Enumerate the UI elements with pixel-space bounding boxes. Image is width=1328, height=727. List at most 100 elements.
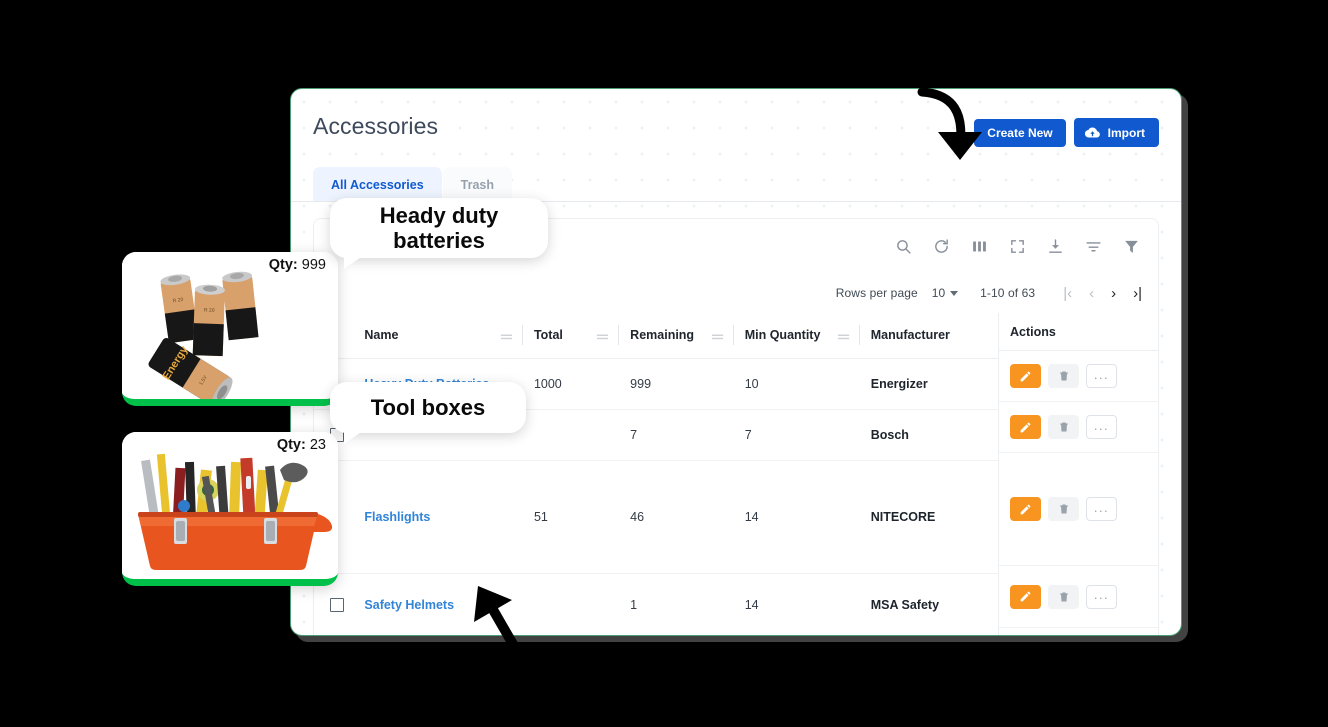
qty-prefix: Qty: xyxy=(276,437,306,453)
import-button[interactable]: Import xyxy=(1073,118,1159,147)
cell-remaining: 46 xyxy=(630,460,745,574)
import-label: Import xyxy=(1107,125,1145,140)
density-icon[interactable] xyxy=(1085,238,1102,255)
cell-min-quantity: 10 xyxy=(744,358,871,410)
prev-page-button[interactable]: ‹ xyxy=(1089,286,1094,301)
cell-name[interactable]: Flashlights xyxy=(364,460,534,574)
rows-per-page-label: Rows per page xyxy=(835,286,918,300)
edit-icon[interactable] xyxy=(1010,497,1041,521)
search-icon[interactable] xyxy=(895,238,912,255)
qty-value: 23 xyxy=(309,437,326,453)
resize-handle-icon[interactable] xyxy=(711,331,724,340)
row-actions: ... xyxy=(999,351,1158,402)
pagination-buttons: |‹ ‹ › ›| xyxy=(1063,286,1142,301)
more-dots: ... xyxy=(1093,587,1110,602)
cell-min-quantity: 14 xyxy=(744,460,871,574)
first-page-button[interactable]: |‹ xyxy=(1063,286,1072,301)
rows-per-page-value: 10 xyxy=(931,286,946,300)
column-divider xyxy=(618,325,620,345)
column-header-min-quantity[interactable]: Min Quantity xyxy=(744,313,871,359)
more-dots: ... xyxy=(1093,499,1110,515)
last-page-button[interactable]: ›| xyxy=(1133,286,1142,301)
trash-icon[interactable] xyxy=(1048,415,1079,439)
pagination-range: 1-10 of 63 xyxy=(980,286,1036,300)
row-checkbox-cell xyxy=(314,636,364,637)
arrow-to-table-bottom xyxy=(462,584,536,651)
fullscreen-icon[interactable] xyxy=(1009,238,1026,255)
next-page-button[interactable]: › xyxy=(1111,286,1116,301)
cell-total xyxy=(533,409,631,461)
header-actions: Create New Import xyxy=(974,118,1159,147)
row-name-link[interactable]: Flashlights xyxy=(364,510,430,524)
qty-prefix: Qty: xyxy=(268,257,298,273)
more-options-icon[interactable]: ... xyxy=(1086,584,1117,609)
callout-line-2: batteries xyxy=(393,228,485,253)
cell-total: 1000 xyxy=(533,358,631,410)
tab-trash[interactable]: Trash xyxy=(442,167,513,201)
trash-icon[interactable] xyxy=(1048,364,1079,388)
row-actions: ... xyxy=(999,453,1158,566)
cell-min-quantity: 14 xyxy=(744,573,871,635)
more-options-icon[interactable]: ... xyxy=(1086,364,1117,388)
pagination-bar: Rows per page 10 1-10 of 63 |‹ ‹ › ›| xyxy=(314,273,1158,313)
svg-text:R 20: R 20 xyxy=(204,308,215,314)
column-label: Name xyxy=(364,328,399,342)
product-card-batteries: Qty: 999 R 20 R 20 Energy 1.5V xyxy=(122,252,338,406)
tab-all-accessories[interactable]: All Accessories xyxy=(313,167,442,201)
toolbox-photo xyxy=(122,432,338,579)
column-label: Total xyxy=(533,328,563,342)
qty-value: 999 xyxy=(301,257,326,273)
resize-handle-icon[interactable] xyxy=(596,331,609,340)
callout-batteries: Heady duty batteries xyxy=(330,198,548,269)
download-icon[interactable] xyxy=(1047,238,1064,255)
column-divider xyxy=(521,325,523,345)
rows-per-page-select[interactable]: 10 xyxy=(931,286,959,300)
more-dots: ... xyxy=(1093,366,1110,382)
screenshot-stage: Accessories Create New Import All Access… xyxy=(0,0,1328,727)
resize-handle-icon[interactable] xyxy=(837,331,850,340)
edit-icon[interactable] xyxy=(1010,584,1041,609)
cell-remaining: 1 xyxy=(630,573,745,635)
battery-qty-label: Qty: 999 xyxy=(269,257,326,273)
create-new-button[interactable]: Create New xyxy=(974,118,1066,147)
table-row xyxy=(314,636,1158,637)
page-title: Accessories xyxy=(313,113,439,139)
refresh-icon[interactable] xyxy=(933,238,950,255)
product-card-toolbox: Qty: 23 xyxy=(122,432,338,586)
trash-icon[interactable] xyxy=(1048,584,1079,609)
column-header-name[interactable]: Name xyxy=(364,313,534,359)
more-options-icon[interactable]: ... xyxy=(1086,415,1117,439)
cell-remaining: 999 xyxy=(630,358,745,410)
column-divider xyxy=(732,325,734,345)
row-checkbox[interactable] xyxy=(330,597,344,612)
column-header-remaining[interactable]: Remaining xyxy=(630,313,745,359)
arrow-to-create-new xyxy=(908,87,986,166)
table-scroll-area[interactable]: Name Total Remaining Min Quantity Manufa… xyxy=(314,313,1158,637)
edit-icon[interactable] xyxy=(1010,364,1041,388)
cell-remaining: 7 xyxy=(630,409,745,461)
actions-column: Actions ... ... ... ... xyxy=(998,313,1158,635)
app-window: Accessories Create New Import All Access… xyxy=(290,88,1182,636)
edit-icon[interactable] xyxy=(1010,415,1041,439)
columns-icon[interactable] xyxy=(971,238,988,255)
resize-handle-icon[interactable] xyxy=(500,331,513,340)
chevron-down-icon xyxy=(950,290,959,296)
callout-line-1: Tool boxes xyxy=(370,394,486,420)
trash-icon[interactable] xyxy=(1048,497,1079,521)
batteries-photo: R 20 R 20 Energy 1.5V xyxy=(122,252,338,399)
column-label: Min Quantity xyxy=(744,328,821,342)
app-header: Accessories Create New Import xyxy=(291,89,1181,147)
callout-toolbox: Tool boxes xyxy=(330,382,526,444)
cloud-upload-icon xyxy=(1084,125,1100,140)
cell-min-quantity: 7 xyxy=(744,409,871,461)
column-header-total[interactable]: Total xyxy=(533,313,631,359)
actions-column-header: Actions xyxy=(999,313,1158,351)
row-name-link[interactable]: Safety Helmets xyxy=(364,598,454,612)
more-dots: ... xyxy=(1093,417,1110,433)
row-actions: ... xyxy=(999,402,1158,453)
more-options-icon[interactable]: ... xyxy=(1086,497,1117,521)
tab-bar: All Accessories Trash xyxy=(291,167,1181,202)
cell-total: 51 xyxy=(533,460,631,574)
column-divider xyxy=(858,325,860,345)
filter-icon[interactable] xyxy=(1123,238,1140,255)
